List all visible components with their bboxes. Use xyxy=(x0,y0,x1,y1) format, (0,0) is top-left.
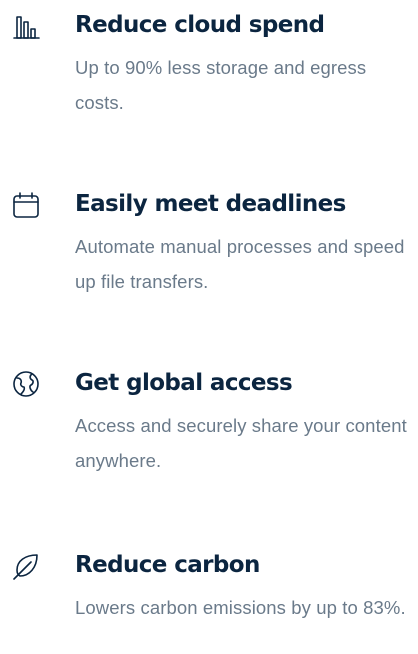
feature-description: Up to 90% less storage and egress costs. xyxy=(75,57,367,113)
feature-title: Easily meet deadlines xyxy=(75,191,346,217)
globe-icon xyxy=(12,370,40,398)
feature-title: Get global access xyxy=(75,370,293,396)
feature-title: Reduce carbon xyxy=(75,552,260,578)
leaf-icon xyxy=(12,552,40,580)
bar-chart-icon xyxy=(12,12,40,40)
feature-description: Lowers carbon emissions by up to 83%. xyxy=(75,597,406,618)
calendar-icon xyxy=(12,191,40,219)
feature-description: Access and securely share your content a… xyxy=(75,415,407,471)
feature-title: Reduce cloud spend xyxy=(75,12,325,38)
feature-description: Automate manual processes and speed up f… xyxy=(75,236,405,292)
